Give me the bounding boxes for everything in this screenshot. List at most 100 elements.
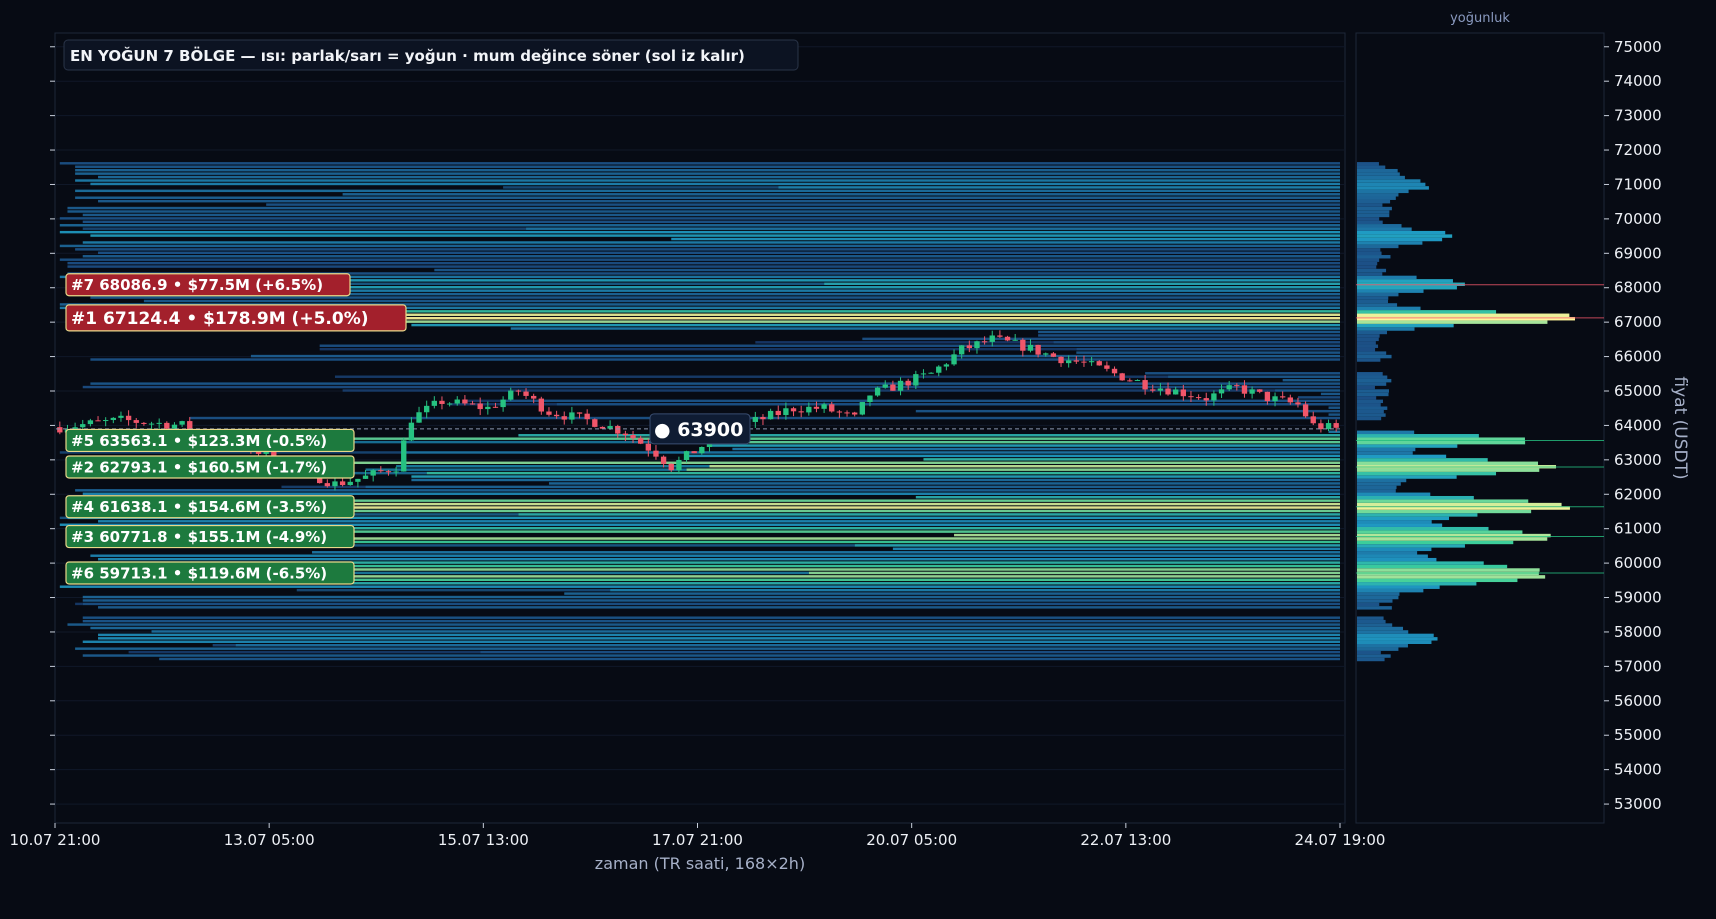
profile-bar <box>1357 654 1391 658</box>
current-price-value: ● 63900 <box>654 419 743 441</box>
candle-body <box>1096 361 1102 366</box>
profile-bar <box>1357 217 1380 221</box>
candle-body <box>171 424 178 429</box>
candle-body <box>1310 416 1316 424</box>
profile-bar <box>1357 275 1417 280</box>
profile-bar <box>1357 640 1432 645</box>
heat-band-faded <box>464 399 504 403</box>
profile-bar <box>1357 230 1446 235</box>
candle-body <box>1287 397 1293 403</box>
profile-bar <box>1357 489 1396 493</box>
heat-band <box>709 465 1340 468</box>
heat-band-faded <box>503 186 779 189</box>
candle-body <box>1226 385 1232 390</box>
y-tick-label: 71000 <box>1614 175 1662 193</box>
profile-bar <box>1357 320 1548 324</box>
zone-label-7: #7 68086.9 • $77.5M (+6.5%) <box>65 273 351 297</box>
zone-label-2: #2 62793.1 • $160.5M (-1.7%) <box>65 455 355 479</box>
profile-bar <box>1357 186 1429 190</box>
heat-band <box>1038 334 1340 337</box>
heat-band <box>365 485 1340 489</box>
profile-bar <box>1357 279 1453 283</box>
heat-band <box>82 492 1340 495</box>
y-tick-label: 74000 <box>1614 72 1662 90</box>
y-tick-label: 60000 <box>1614 554 1662 572</box>
zone-label-3: #3 60771.8 • $155.1M (-4.9%) <box>65 524 355 549</box>
heat-band <box>235 644 1340 647</box>
profile-bar <box>1357 251 1382 256</box>
candle-body <box>821 404 827 409</box>
profile-bar <box>1357 175 1405 180</box>
candle-body <box>87 420 94 425</box>
profile-bar <box>1357 482 1401 486</box>
candle-body <box>347 481 353 485</box>
candle-body <box>989 335 995 342</box>
candle-body <box>676 460 682 471</box>
profile-bar <box>1357 454 1447 459</box>
candle-body <box>790 408 797 412</box>
profile-bar <box>1357 292 1399 297</box>
candle-body <box>936 366 942 373</box>
candle-body <box>500 399 506 408</box>
candle-body <box>416 412 422 423</box>
candle-body <box>806 406 812 413</box>
heat-band-faded <box>82 227 527 230</box>
heat-band <box>82 213 1340 217</box>
profile-bar <box>1357 203 1383 207</box>
candle-body <box>897 380 904 391</box>
profile-bar <box>1357 354 1392 359</box>
candle-body <box>1150 389 1156 391</box>
y-tick-label: 67000 <box>1614 313 1662 331</box>
candle-body <box>370 470 376 476</box>
profile-bar <box>1357 444 1458 448</box>
candle-body <box>439 400 445 404</box>
heat-band <box>235 437 1340 440</box>
candle-body <box>1295 402 1301 405</box>
profile-bar <box>1357 210 1390 214</box>
profile-bar <box>1357 616 1384 620</box>
candle-body <box>553 414 560 417</box>
heat-band <box>1053 341 1340 344</box>
candle-body <box>1104 365 1110 369</box>
candle-body <box>546 411 552 415</box>
y-tick-label: 73000 <box>1614 107 1662 125</box>
candle-body <box>469 403 476 405</box>
heat-band <box>90 382 1341 385</box>
profile-bar <box>1357 341 1376 345</box>
candle-body <box>1142 380 1148 390</box>
candle-body <box>928 372 934 374</box>
profile-bar <box>1357 509 1532 514</box>
heat-band <box>82 385 1340 389</box>
profile-bar <box>1357 206 1392 211</box>
heat-band <box>82 599 1340 602</box>
heat-band <box>59 258 1341 261</box>
profile-bar <box>1357 530 1523 534</box>
heat-band <box>75 168 1340 172</box>
heat-band <box>411 323 1341 327</box>
heat-band <box>59 585 1341 588</box>
candle-body <box>752 417 758 422</box>
candle-body <box>408 422 415 441</box>
heat-band <box>426 471 1340 475</box>
candle-body <box>630 435 636 439</box>
candle-body <box>813 406 820 409</box>
candle-body <box>760 417 766 420</box>
candle-body <box>1249 389 1255 394</box>
profile-bar <box>1357 261 1378 266</box>
candle-body <box>1180 389 1186 397</box>
candle-body <box>1173 389 1179 395</box>
candle-body <box>179 421 185 425</box>
y-tick-label: 62000 <box>1614 485 1662 503</box>
heat-band <box>82 595 1340 599</box>
candle-body <box>1035 344 1041 355</box>
y-axis-label: fiyat (USDT) <box>1670 376 1690 479</box>
profile-bar <box>1357 557 1437 562</box>
heat-band <box>82 255 1340 258</box>
zone-label-text-6: #6 59713.1 • $119.6M (-6.5%) <box>71 564 327 582</box>
heat-band <box>182 568 1340 571</box>
heat-band-faded <box>755 341 1054 344</box>
x-tick-label: 15.07 13:00 <box>438 831 529 849</box>
profile-bar <box>1357 554 1428 558</box>
candle-body <box>966 345 972 349</box>
profile-bar <box>1357 347 1376 352</box>
